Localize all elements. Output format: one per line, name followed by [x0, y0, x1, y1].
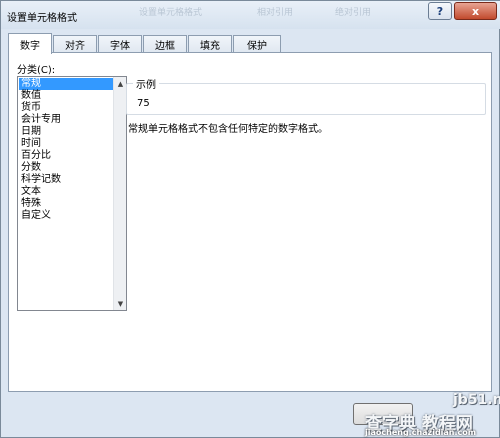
background-text: 相对引用	[257, 8, 294, 18]
category-item-general[interactable]: 常规	[19, 78, 113, 90]
watermark-site: jb51.net	[453, 392, 500, 408]
sample-value: 75	[137, 98, 150, 109]
category-item-special[interactable]: 特殊	[19, 198, 113, 210]
close-icon: x	[471, 4, 480, 18]
category-item-percentage[interactable]: 百分比	[19, 150, 113, 162]
category-item-custom[interactable]: 自定义	[19, 210, 113, 222]
background-text: 绝对引用	[335, 8, 372, 18]
category-label: 分类(C):	[17, 65, 56, 76]
category-item-accounting[interactable]: 会计专用	[19, 114, 113, 126]
sample-group: 示例 75	[126, 76, 486, 115]
category-list[interactable]: 常规 数值 货币 会计专用 日期 时间 百分比 分数 科学记数 文本 特殊 自定…	[17, 76, 127, 311]
help-button[interactable]: ?	[428, 2, 452, 20]
help-icon: ?	[436, 4, 444, 18]
close-button[interactable]: x	[454, 2, 497, 20]
format-cells-dialog: 设置单元格格式 设置单元格格式 相对引用 绝对引用 ? x 数字 对齐 字体 边…	[0, 0, 500, 438]
category-item-date[interactable]: 日期	[19, 126, 113, 138]
watermark-url: jiaocheng.chazidian.com	[365, 428, 477, 437]
category-item-number[interactable]: 数值	[19, 90, 113, 102]
category-scrollbar[interactable]: ▲ ▼	[113, 77, 126, 310]
format-description: 常规单元格格式不包含任何特定的数字格式。	[128, 124, 328, 135]
dialog-title: 设置单元格格式	[7, 13, 77, 24]
category-item-currency[interactable]: 货币	[19, 102, 113, 114]
tab-protection[interactable]: 保护	[233, 35, 281, 53]
category-item-scientific[interactable]: 科学记数	[19, 174, 113, 186]
title-bar: 设置单元格格式 设置单元格格式 相对引用 绝对引用 ? x	[1, 1, 500, 29]
tab-border[interactable]: 边框	[143, 35, 187, 53]
category-item-fraction[interactable]: 分数	[19, 162, 113, 174]
tab-number[interactable]: 数字	[8, 33, 52, 54]
category-item-text[interactable]: 文本	[19, 186, 113, 198]
tab-font[interactable]: 字体	[98, 35, 142, 53]
tab-panel-number: 分类(C): 常规 数值 货币 会计专用 日期 时间 百分比 分数 科学记数 文…	[8, 52, 492, 392]
category-item-time[interactable]: 时间	[19, 138, 113, 150]
sample-legend: 示例	[133, 76, 159, 91]
tab-alignment[interactable]: 对齐	[53, 35, 97, 53]
scroll-down-arrow-icon[interactable]: ▼	[114, 297, 127, 310]
background-text: 设置单元格格式	[139, 8, 203, 18]
tab-fill[interactable]: 填充	[188, 35, 232, 53]
